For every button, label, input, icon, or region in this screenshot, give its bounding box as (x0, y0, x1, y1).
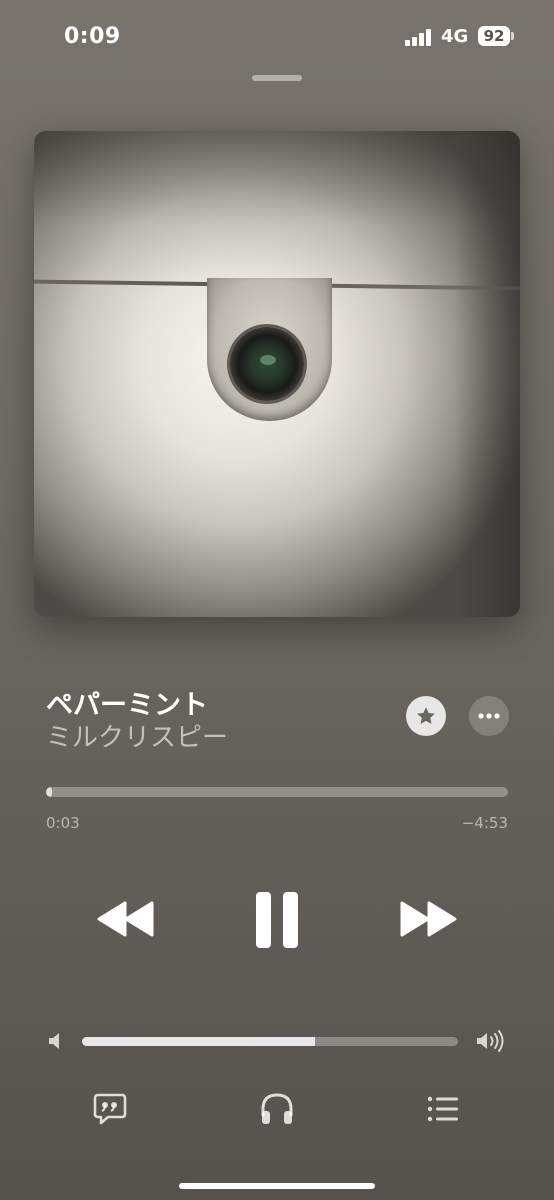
speaker-low-icon (46, 1031, 66, 1051)
rewind-icon (97, 901, 154, 937)
audio-output-button[interactable] (258, 1091, 296, 1127)
headphones-icon (261, 1093, 293, 1124)
speaker-high-icon (475, 1029, 507, 1053)
artwork-edge-shade (454, 131, 520, 617)
playback-scrubber[interactable] (46, 787, 508, 797)
star-icon (417, 707, 435, 724)
artwork-upper-shade (34, 131, 520, 288)
ellipsis-icon (478, 713, 500, 719)
volume-slider[interactable] (82, 1037, 458, 1046)
elapsed-time: 0:03 (46, 814, 80, 832)
artwork-lens-glint (260, 355, 276, 365)
battery-tip (511, 32, 514, 40)
sheet-grabber[interactable] (252, 75, 302, 81)
home-indicator[interactable] (179, 1183, 375, 1189)
pause-icon (256, 892, 298, 948)
album-artwork (34, 131, 520, 617)
battery-icon: 92 (478, 26, 510, 46)
more-options-button[interactable] (469, 696, 509, 736)
playback-progress-fill (46, 787, 52, 797)
rewind-button[interactable] (96, 899, 156, 939)
queue-list-icon (427, 1096, 458, 1122)
cellular-signal-icon (405, 28, 433, 46)
queue-button[interactable] (425, 1095, 461, 1123)
pause-button[interactable] (252, 890, 302, 950)
network-type: 4G (441, 26, 469, 47)
fast-forward-button[interactable] (398, 899, 458, 939)
fast-forward-icon (400, 901, 457, 937)
favorite-button[interactable] (406, 696, 446, 736)
remaining-time: −4:53 (461, 814, 508, 832)
lyrics-button[interactable] (92, 1092, 128, 1126)
lyrics-bubble-icon (93, 1093, 127, 1125)
artist-name[interactable]: ミルクリスピー (46, 717, 228, 754)
status-time: 0:09 (64, 24, 121, 49)
volume-fill (82, 1037, 316, 1046)
